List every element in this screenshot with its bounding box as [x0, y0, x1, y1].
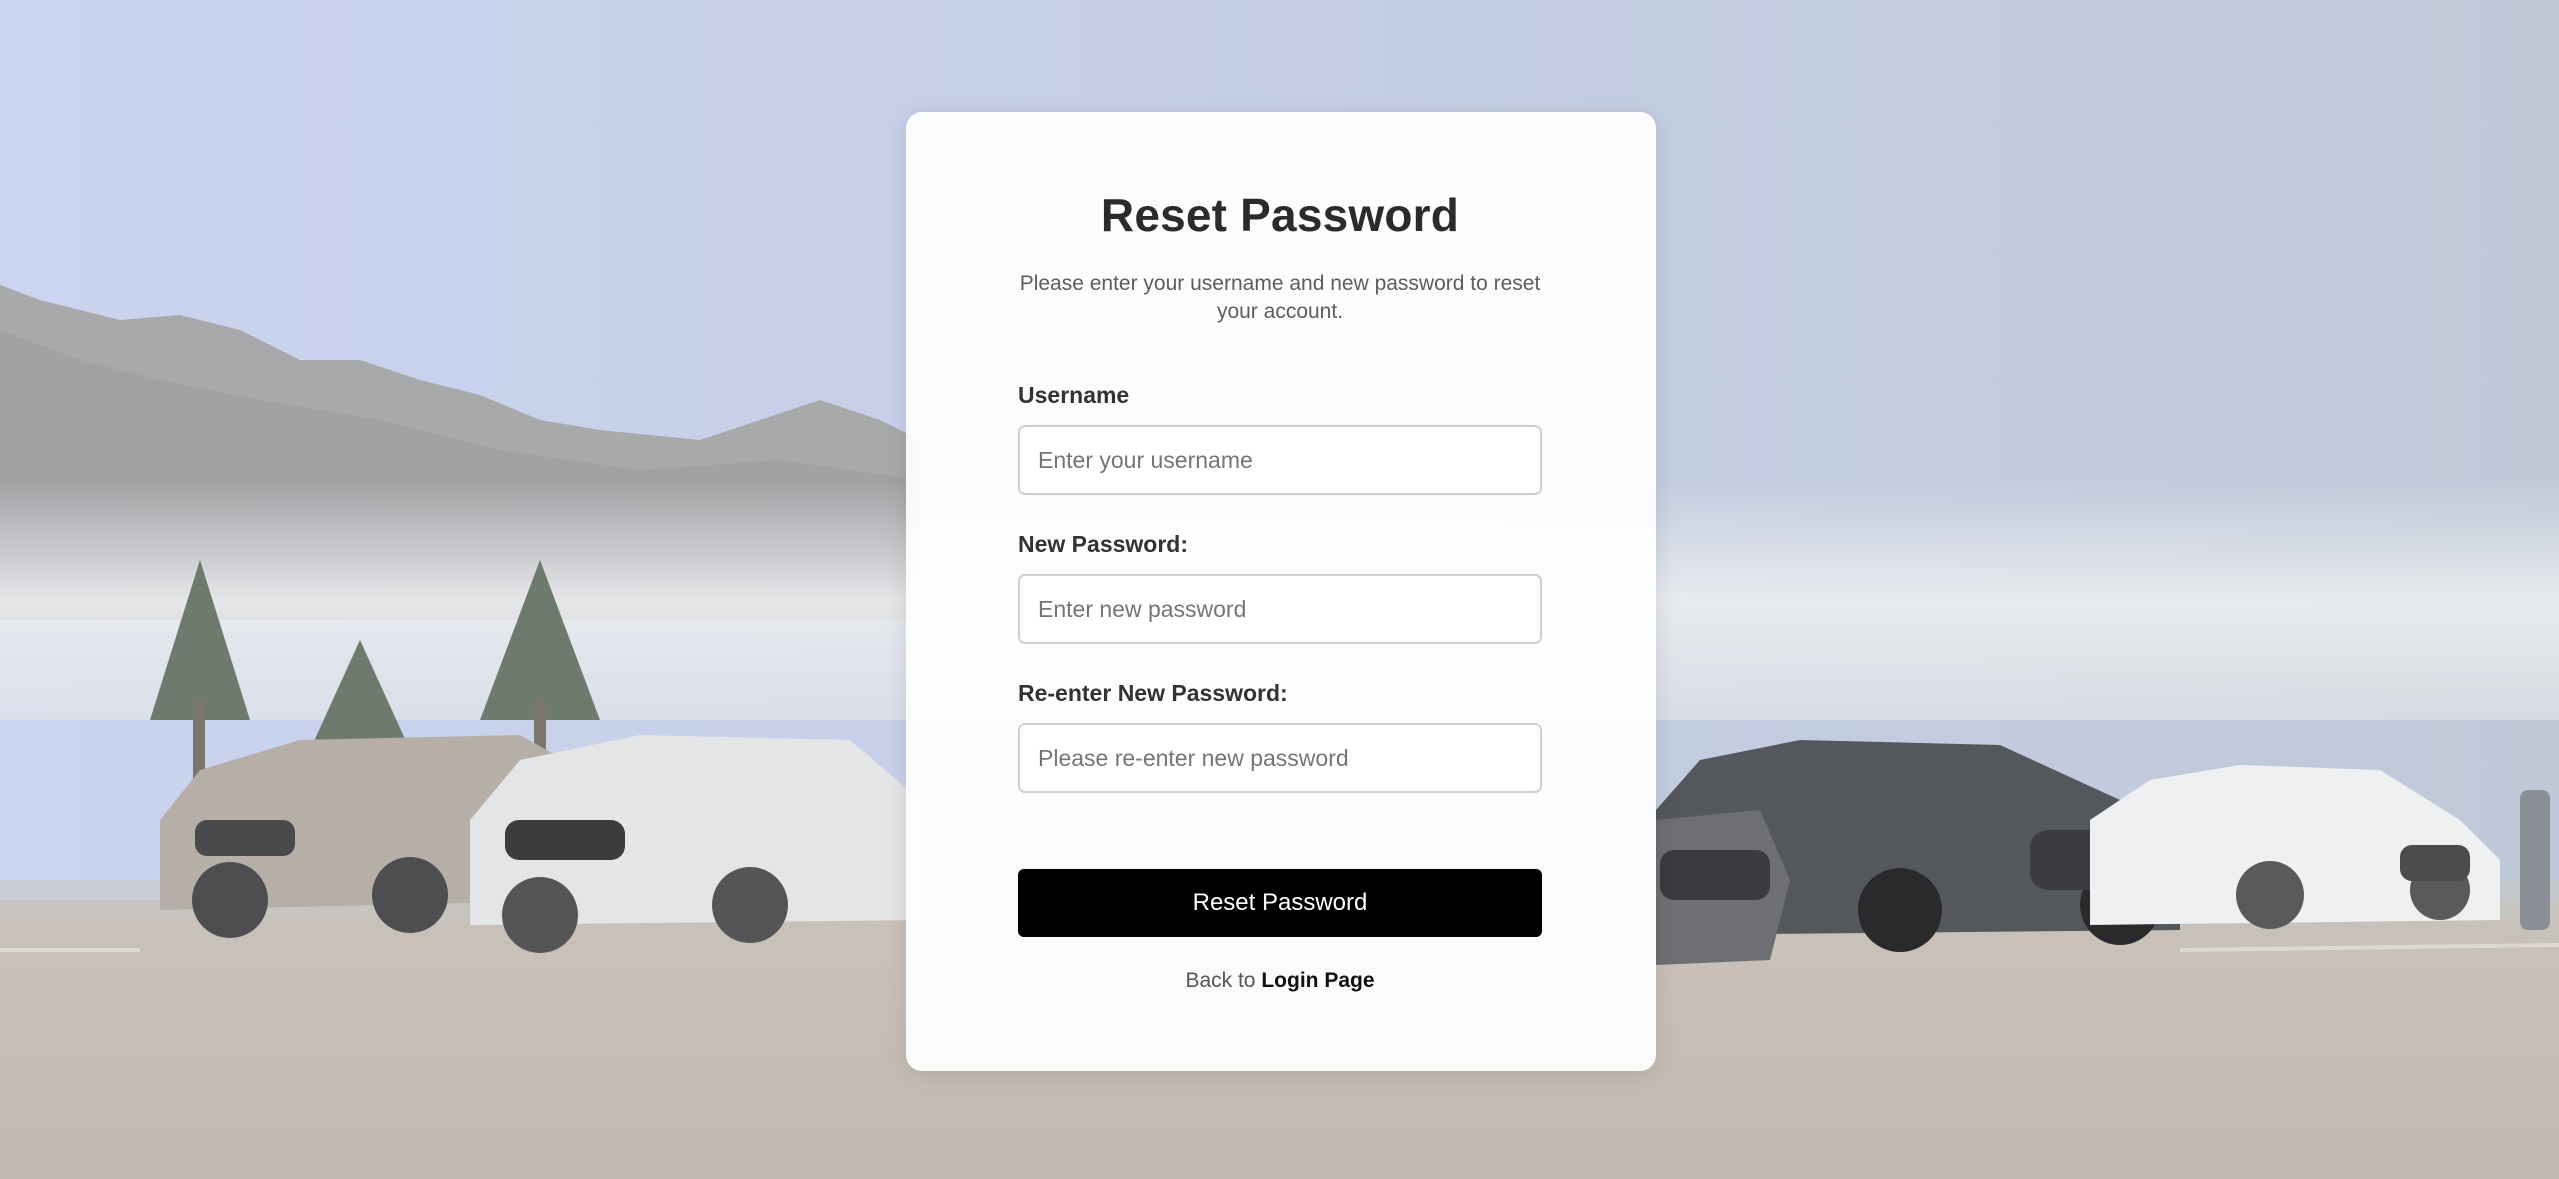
reset-password-page: Reset Password Please enter your usernam…: [0, 0, 2559, 1179]
page-title: Reset Password: [1100, 189, 1460, 241]
login-page-link[interactable]: Login Page: [1261, 969, 1374, 992]
reset-password-card: Reset Password Please enter your usernam…: [906, 112, 1656, 1071]
username-input[interactable]: [1018, 425, 1542, 495]
new-password-label: New Password:: [1018, 531, 1188, 557]
new-password-input[interactable]: [1018, 574, 1542, 644]
form-description: Please enter your username and new passw…: [1019, 272, 1541, 323]
username-label: Username: [1018, 382, 1130, 408]
reset-password-button[interactable]: Reset Password: [1018, 869, 1542, 937]
back-to-login: Back to Login Page: [1018, 969, 1542, 993]
confirm-password-label: Re-enter New Password:: [1018, 680, 1288, 706]
back-prefix-text: Back to: [1185, 969, 1256, 992]
confirm-password-input[interactable]: [1018, 723, 1542, 793]
